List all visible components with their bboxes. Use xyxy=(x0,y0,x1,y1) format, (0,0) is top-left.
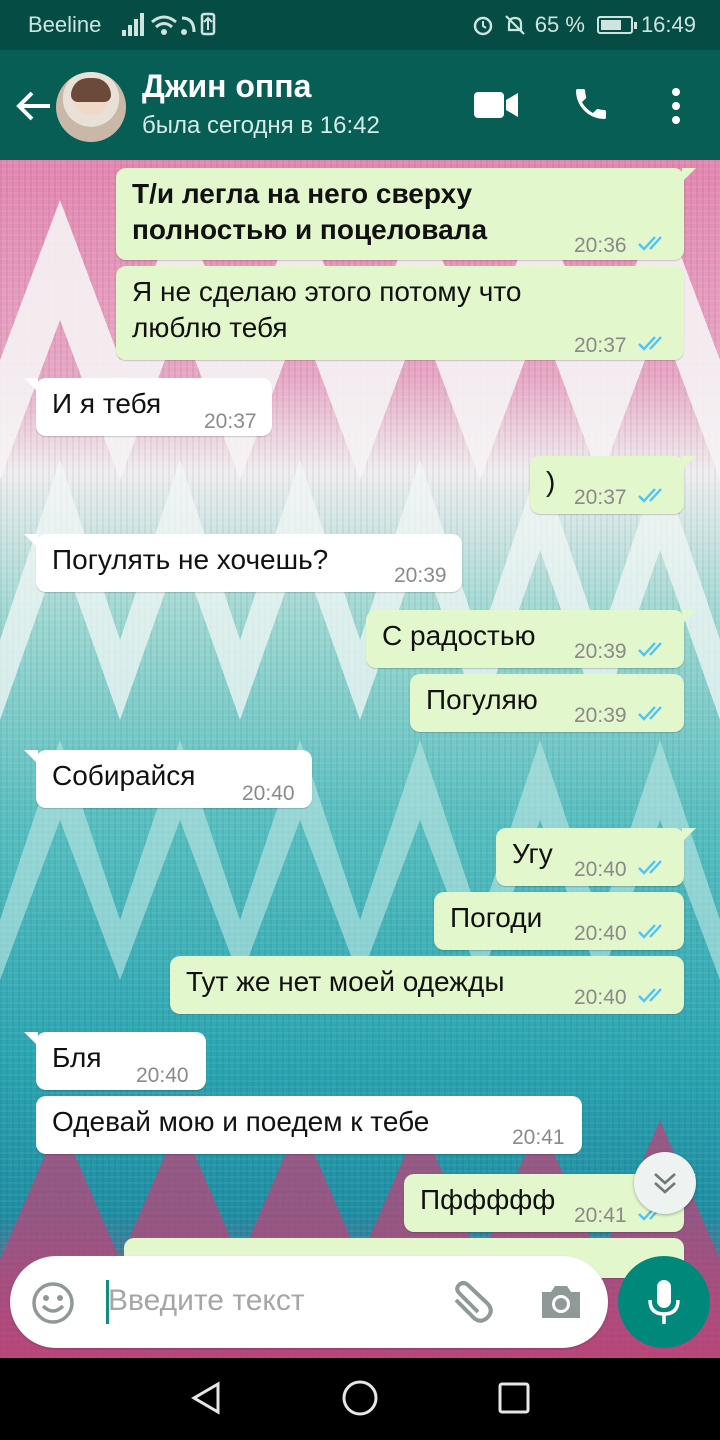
message-time: 20:40 xyxy=(136,1064,189,1087)
status-bar: Beeline 65 % 16:49 xyxy=(0,0,720,50)
nav-home-icon[interactable] xyxy=(340,1378,380,1418)
mic-icon xyxy=(648,1280,680,1324)
scroll-down-button[interactable] xyxy=(634,1152,696,1214)
message-time: 20:37 xyxy=(204,410,257,433)
last-seen-status: была сегодня в 16:42 xyxy=(142,112,380,139)
phone-icon[interactable] xyxy=(570,84,612,124)
message-text: Погуляю xyxy=(426,684,538,715)
scroll-down-icon xyxy=(654,1173,676,1194)
message-bubble-outgoing[interactable]: С радостью 20:39 xyxy=(366,610,696,668)
message-bubble-outgoing[interactable]: Т/и легла на него сверху полностью и поц… xyxy=(116,168,696,260)
read-ticks-icon xyxy=(638,706,662,721)
system-nav-bar xyxy=(0,1358,720,1440)
nav-recents-icon[interactable] xyxy=(494,1378,534,1418)
message-text: люблю тебя xyxy=(132,312,288,343)
chat-area[interactable]: Т/и легла на него сверху полностью и поц… xyxy=(0,160,720,1358)
message-bubble-outgoing[interactable]: Погуляю 20:39 xyxy=(410,674,684,732)
message-time: 20:40 xyxy=(574,986,627,1009)
clock: 16:49 xyxy=(640,12,696,37)
read-ticks-icon xyxy=(638,642,662,657)
message-bubble-outgoing[interactable]: Угу 20:40 xyxy=(496,828,696,886)
message-time: 20:39 xyxy=(574,640,627,663)
message-time: 20:39 xyxy=(574,704,627,727)
read-ticks-icon xyxy=(638,860,662,875)
read-ticks-icon xyxy=(638,336,662,351)
message-text: Бля xyxy=(52,1042,102,1073)
message-text: Тут же нет моей одежды xyxy=(186,966,505,997)
message-bubble-incoming[interactable]: И я тебя 20:37 xyxy=(24,378,272,436)
message-time: 20:40 xyxy=(574,858,627,881)
video-call-icon[interactable] xyxy=(474,90,520,120)
message-time: 20:37 xyxy=(574,334,627,357)
read-ticks-icon xyxy=(638,236,662,251)
message-time: 20:41 xyxy=(574,1204,627,1227)
message-time: 20:37 xyxy=(574,486,627,509)
carrier-name: Beeline xyxy=(28,12,102,37)
message-text: ) xyxy=(546,466,556,497)
message-text: Погоди xyxy=(450,902,543,933)
message-bubble-incoming[interactable]: Одевай мою и поедем к тебе 20:41 xyxy=(36,1096,582,1154)
read-ticks-icon xyxy=(638,488,662,503)
message-text: Пффффф xyxy=(420,1184,556,1215)
read-ticks-icon xyxy=(638,924,662,939)
message-text: Я не сделаю этого потому что xyxy=(132,276,522,307)
read-ticks-icon xyxy=(638,988,662,1003)
contact-name[interactable]: Джин оппа xyxy=(142,68,311,105)
back-arrow-icon[interactable] xyxy=(14,88,54,124)
message-text: полностью и поцеловала xyxy=(132,214,488,245)
message-time: 20:36 xyxy=(574,234,627,257)
message-bubble-incoming[interactable]: Собирайся 20:40 xyxy=(24,750,312,808)
camera-icon[interactable] xyxy=(538,1282,584,1322)
message-text: С радостью xyxy=(382,620,536,651)
message-bubble-outgoing[interactable]: Погоди 20:40 xyxy=(434,892,684,950)
message-input[interactable]: Введите текст xyxy=(108,1284,305,1318)
avatar[interactable] xyxy=(56,72,126,142)
message-time: 20:40 xyxy=(574,922,627,945)
message-bubble-outgoing[interactable]: Тут же нет моей одежды 20:40 xyxy=(170,956,684,1014)
message-time: 20:40 xyxy=(242,782,295,805)
more-vert-icon[interactable] xyxy=(664,86,688,126)
message-time: 20:41 xyxy=(512,1126,565,1149)
message-text: Погулять не хочешь? xyxy=(52,544,329,575)
message-bubble-outgoing[interactable]: Я не сделаю этого потому что люблю тебя … xyxy=(116,266,684,360)
message-text: Одевай мою и поедем к тебе xyxy=(52,1106,430,1137)
battery-icon xyxy=(596,16,637,34)
message-text: И я тебя xyxy=(52,388,162,419)
attach-icon[interactable] xyxy=(448,1280,498,1326)
emoji-icon[interactable] xyxy=(30,1280,76,1326)
message-time: 20:39 xyxy=(394,564,447,587)
chat-header: Джин оппа была сегодня в 16:42 xyxy=(0,50,720,160)
nav-back-icon[interactable] xyxy=(186,1378,226,1418)
battery-percent: 65 % xyxy=(534,12,585,37)
message-text: Угу xyxy=(512,838,553,869)
message-text: Т/и легла на него сверху xyxy=(132,178,473,209)
mute-icon xyxy=(505,15,525,35)
message-bubble-outgoing[interactable]: ) 20:37 xyxy=(530,456,696,514)
message-text: Собирайся xyxy=(52,760,196,791)
message-bubble-incoming[interactable]: Бля 20:40 xyxy=(24,1032,206,1090)
alarm-icon xyxy=(473,16,493,36)
voice-record-button[interactable] xyxy=(618,1256,710,1348)
signal-icons xyxy=(122,12,216,36)
message-composer[interactable]: Введите текст xyxy=(10,1256,608,1348)
message-bubble-incoming[interactable]: Погулять не хочешь? 20:39 xyxy=(24,534,462,592)
